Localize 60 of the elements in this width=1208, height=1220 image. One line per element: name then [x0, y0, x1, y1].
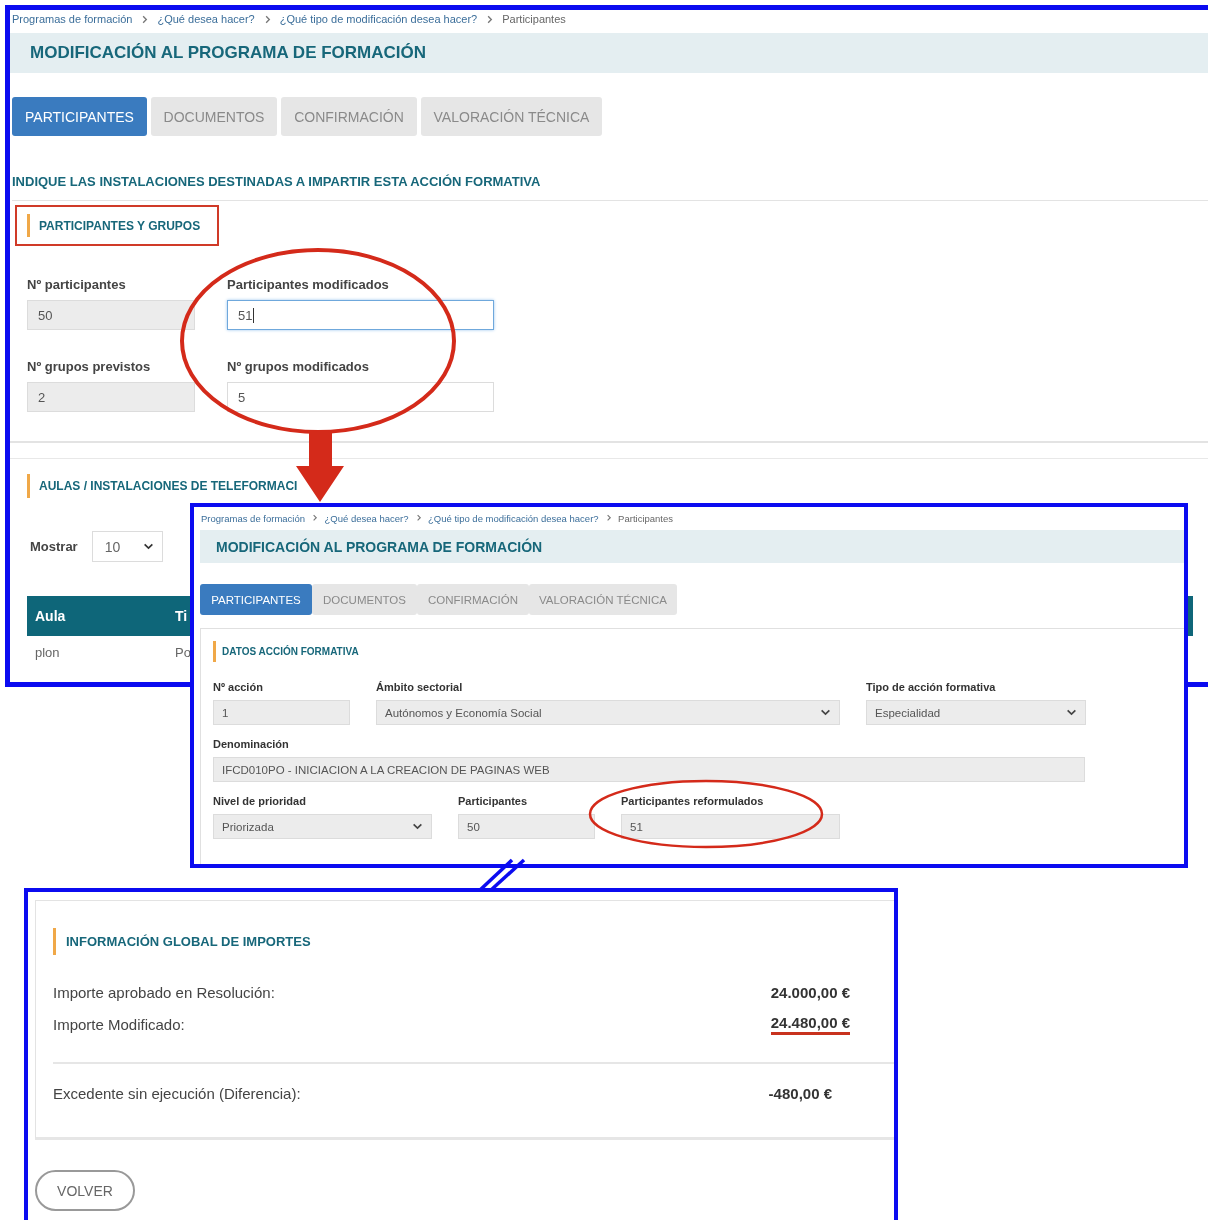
- field-label: Nivel de prioridad: [213, 794, 307, 808]
- chevron-icon: [142, 541, 154, 552]
- page-title: MODIFICACIÓN AL PROGRAMA DE FORMACIÓN: [216, 538, 543, 555]
- section-title: INFORMACIÓN GLOBAL DE IMPORTES: [66, 934, 311, 949]
- back-button[interactable]: VOLVER: [35, 1170, 135, 1211]
- field-label: Participantes modificados: [227, 277, 390, 293]
- breadcrumb-link[interactable]: ¿Qué desea hacer?: [157, 13, 255, 25]
- field-label: Denominación: [213, 737, 290, 751]
- amount-value: 24.000,00 €: [770, 983, 850, 1001]
- section-heading: INDIQUE LAS INSTALACIONES DESTINADAS A IMPARTIR ESTA ACCIÓN FORMATIVA: [12, 173, 542, 191]
- breadcrumb-link[interactable]: Programas de formación: [12, 13, 133, 25]
- chevron-icon: [311, 514, 319, 522]
- section-title: PARTICIPANTES Y GRUPOS: [39, 218, 201, 233]
- field-label: Tipo de acción formativa: [866, 680, 997, 694]
- section-title: AULAS / INSTALACIONES DE TELEFORMACI: [39, 479, 298, 493]
- input-field[interactable]: 51: [227, 300, 494, 330]
- input-field[interactable]: 5: [227, 382, 494, 412]
- chevron-icon: [604, 514, 613, 522]
- chevron-icon: [414, 514, 422, 522]
- breadcrumb-current: Participantes: [502, 13, 566, 25]
- amount-value: -480,00 €: [768, 1084, 832, 1102]
- amount-label: Importe aprobado en Resolución:: [53, 983, 275, 1001]
- breadcrumb-link[interactable]: ¿Qué tipo de modificación desea hacer?: [279, 13, 478, 25]
- breadcrumb-link[interactable]: ¿Qué tipo de modificación desea hacer?: [428, 512, 599, 524]
- amount-value: 24.480,00 €: [770, 1013, 850, 1035]
- pointer-arrow: [296, 432, 344, 502]
- page-title: MODIFICACIÓN AL PROGRAMA DE FORMACIÓN: [30, 43, 427, 63]
- breadcrumb-current: Participantes: [618, 512, 673, 524]
- tab[interactable]: PARTICIPANTES: [200, 584, 312, 615]
- input-field[interactable]: 1: [213, 700, 350, 725]
- table-cell: Po: [175, 645, 191, 660]
- dropdown[interactable]: Priorizada: [213, 814, 432, 839]
- page-size-dropdown[interactable]: 10: [91, 531, 163, 562]
- breadcrumb-link[interactable]: Programas de formación: [201, 512, 306, 524]
- column-header: Aula: [34, 608, 67, 624]
- breadcrumb-link[interactable]: ¿Qué desea hacer?: [324, 512, 409, 524]
- dropdown[interactable]: Autónomos y Economía Social: [376, 700, 840, 725]
- input-field[interactable]: IFCD010PO - INICIACION A LA CREACION DE PAGINAS WEB: [213, 757, 1085, 782]
- column-header: Ti: [174, 608, 189, 624]
- dropdown[interactable]: Especialidad: [866, 700, 1086, 725]
- field-label: Participantes: [458, 794, 529, 808]
- section-title: DATOS ACCIÓN FORMATIVA: [222, 646, 359, 657]
- chevron-icon: [820, 707, 831, 718]
- field-label: Participantes reformulados: [621, 794, 765, 808]
- input-field[interactable]: 51: [621, 814, 840, 839]
- input-field[interactable]: 50: [458, 814, 595, 839]
- chevron-icon: [412, 821, 423, 832]
- chevron-icon: [140, 14, 150, 24]
- field-label: Nº grupos previstos: [27, 359, 152, 375]
- chevron-icon: [485, 14, 495, 24]
- table-cell: plon: [35, 645, 60, 660]
- field-label: Nº participantes: [27, 277, 127, 293]
- chevron-icon: [1066, 707, 1077, 718]
- amount-label: Importe Modificado:: [53, 1015, 185, 1033]
- field-label: Nº grupos modificados: [227, 359, 370, 375]
- field-label: Ámbito sectorial: [376, 680, 464, 694]
- tab[interactable]: PARTICIPANTES: [12, 97, 147, 136]
- field-label: Nº acción: [213, 680, 264, 694]
- show-label: Mostrar: [30, 539, 78, 554]
- amount-label: Excedente sin ejecución (Diferencia):: [53, 1084, 301, 1102]
